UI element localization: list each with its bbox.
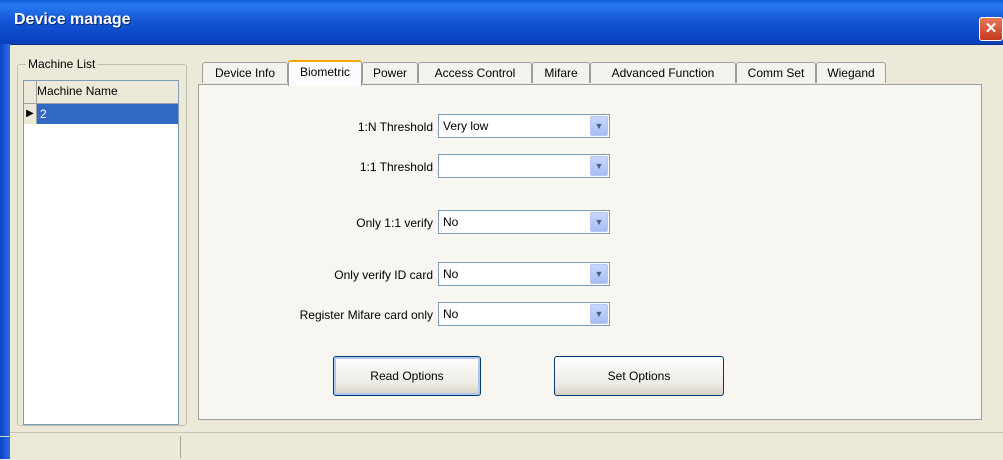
- chevron-down-icon[interactable]: ▼: [590, 264, 608, 284]
- label-only-11-verify: Only 1:1 verify: [356, 216, 433, 230]
- chevron-down-icon[interactable]: ▼: [590, 156, 608, 176]
- 1n-threshold-select[interactable]: Very low ▼: [438, 114, 610, 138]
- chevron-down-icon[interactable]: ▼: [590, 304, 608, 324]
- read-options-button[interactable]: Read Options: [333, 356, 481, 396]
- label-only-verify-id-card: Only verify ID card: [334, 268, 433, 282]
- window-border: [0, 44, 10, 459]
- row-pointer-icon: ▶: [24, 104, 37, 124]
- chevron-down-icon[interactable]: ▼: [590, 212, 608, 232]
- chevron-down-icon[interactable]: ▼: [590, 116, 608, 136]
- tab-power[interactable]: Power: [362, 62, 418, 83]
- machine-name-cell[interactable]: 2: [37, 104, 178, 124]
- table-row[interactable]: ▶ 2: [24, 104, 178, 124]
- tab-device-info[interactable]: Device Info: [202, 62, 288, 83]
- label-register-mifare-card-only: Register Mifare card only: [299, 308, 433, 322]
- tab-comm-set[interactable]: Comm Set: [736, 62, 816, 83]
- status-bar: [10, 432, 1003, 460]
- tab-mifare[interactable]: Mifare: [532, 62, 590, 83]
- tab-access-control[interactable]: Access Control: [418, 62, 532, 83]
- tab-wiegand[interactable]: Wiegand: [816, 62, 886, 83]
- label-1n-threshold: 1:N Threshold: [357, 120, 433, 134]
- register-mifare-card-only-value: No: [443, 307, 459, 321]
- title-bar: Device manage ✕: [0, 0, 1003, 45]
- only-11-verify-select[interactable]: No ▼: [438, 210, 610, 234]
- only-verify-id-card-select[interactable]: No ▼: [438, 262, 610, 286]
- only-11-verify-value: No: [443, 215, 459, 229]
- set-options-button[interactable]: Set Options: [554, 356, 724, 396]
- 11-threshold-select[interactable]: ▼: [438, 154, 610, 178]
- row-header-corner: [24, 81, 37, 103]
- column-header-machine-name[interactable]: Machine Name: [37, 84, 118, 98]
- window-title: Device manage: [14, 11, 131, 28]
- 1n-threshold-value: Very low: [443, 119, 489, 133]
- machine-grid[interactable]: Machine Name ▶ 2: [23, 80, 179, 425]
- tab-biometric[interactable]: Biometric: [288, 60, 362, 86]
- machine-list-legend: Machine List: [26, 57, 98, 71]
- register-mifare-card-only-select[interactable]: No ▼: [438, 302, 610, 326]
- label-11-threshold: 1:1 Threshold: [359, 160, 433, 174]
- close-icon[interactable]: ✕: [979, 17, 1003, 41]
- grid-header: Machine Name: [24, 81, 178, 104]
- only-verify-id-card-value: No: [443, 267, 459, 281]
- tab-advanced-function[interactable]: Advanced Function: [590, 62, 736, 83]
- status-pane: [10, 436, 181, 458]
